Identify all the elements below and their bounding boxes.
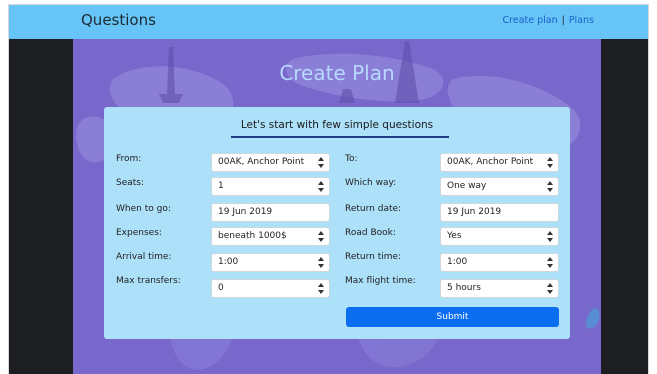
select-arrows-icon xyxy=(318,283,324,294)
arrival-time-select-value: 1:00 xyxy=(218,257,239,267)
which-way-select[interactable]: One way xyxy=(440,177,559,196)
expenses-select-value: beneath 1000$ xyxy=(218,231,287,241)
select-arrows-icon xyxy=(547,181,553,192)
browser-viewport: Questions Create plan | Plans Create Pla… xyxy=(8,4,649,374)
max-flight-time-select[interactable]: 5 hours xyxy=(440,279,559,298)
seats-select-value: 1 xyxy=(218,181,224,191)
when-to-go-label: When to go: xyxy=(116,204,171,214)
nav-link-plans[interactable]: Plans xyxy=(569,15,594,26)
select-arrows-icon xyxy=(318,231,324,242)
heading-underline xyxy=(231,136,449,138)
select-arrows-icon xyxy=(318,257,324,268)
to-select[interactable]: 00AK, Anchor Point xyxy=(440,153,559,172)
return-time-label: Return time: xyxy=(345,252,402,262)
from-select-value: 00AK, Anchor Point xyxy=(218,157,305,167)
road-book-label: Road Book: xyxy=(345,228,396,238)
nav-links: Create plan | Plans xyxy=(503,15,594,26)
expenses-select[interactable]: beneath 1000$ xyxy=(211,227,330,246)
nav-separator: | xyxy=(561,15,565,26)
hero-section: Create Plan Let's start with few simple … xyxy=(73,39,601,374)
road-book-select-value: Yes xyxy=(447,231,462,241)
max-flight-time-select-value: 5 hours xyxy=(447,283,481,293)
return-time-select[interactable]: 1:00 xyxy=(440,253,559,272)
brand-title[interactable]: Questions xyxy=(81,11,156,29)
return-date-label: Return date: xyxy=(345,204,402,214)
plan-form-card: Let's start with few simple questions Fr… xyxy=(104,107,570,339)
select-arrows-icon xyxy=(318,181,324,192)
arrival-time-select[interactable]: 1:00 xyxy=(211,253,330,272)
select-arrows-icon xyxy=(547,257,553,268)
select-arrows-icon xyxy=(547,157,553,168)
select-arrows-icon xyxy=(547,231,553,242)
nav-link-create-plan[interactable]: Create plan xyxy=(503,15,558,26)
select-arrows-icon xyxy=(547,283,553,294)
return-date-input[interactable]: 19 Jun 2019 xyxy=(440,203,559,222)
road-book-select[interactable]: Yes xyxy=(440,227,559,246)
max-transfers-select-value: 0 xyxy=(218,283,224,293)
submit-button[interactable]: Submit xyxy=(346,307,559,327)
expenses-label: Expenses: xyxy=(116,228,162,238)
max-transfers-label: Max transfers: xyxy=(116,276,181,286)
from-select[interactable]: 00AK, Anchor Point xyxy=(211,153,330,172)
top-navbar: Questions Create plan | Plans xyxy=(9,5,648,39)
page-title: Create Plan xyxy=(279,61,395,85)
select-arrows-icon xyxy=(318,157,324,168)
seats-label: Seats: xyxy=(116,178,145,188)
max-transfers-select[interactable]: 0 xyxy=(211,279,330,298)
arrival-time-label: Arrival time: xyxy=(116,252,172,262)
return-time-select-value: 1:00 xyxy=(447,257,468,267)
form-heading: Let's start with few simple questions xyxy=(240,119,434,131)
to-label: To: xyxy=(345,154,358,164)
seats-select[interactable]: 1 xyxy=(211,177,330,196)
which-way-select-value: One way xyxy=(447,181,487,191)
to-select-value: 00AK, Anchor Point xyxy=(447,157,534,167)
from-label: From: xyxy=(116,154,142,164)
when-to-go-input[interactable]: 19 Jun 2019 xyxy=(211,203,330,222)
max-flight-time-label: Max flight time: xyxy=(345,276,416,286)
which-way-label: Which way: xyxy=(345,178,397,188)
